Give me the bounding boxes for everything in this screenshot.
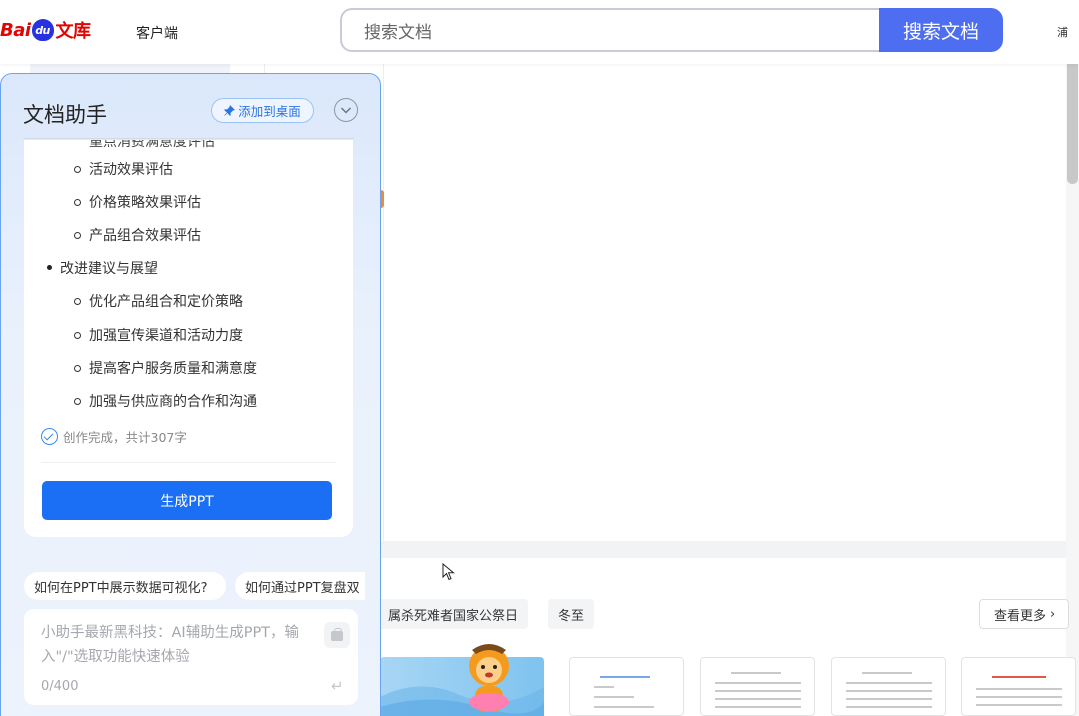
see-more-button[interactable]: 查看更多 › [979,599,1069,629]
outline-item: 优化产品组合和定价策略 [74,291,243,311]
add-to-desktop-label: 添加到桌面 [238,104,301,119]
outline-item: 加强与供应商的合作和沟通 [74,391,257,411]
document-thumbnail[interactable] [569,657,684,716]
clipped-outline-item: 重点消费满意度评估 [89,140,215,150]
vertical-scrollbar-thumb[interactable] [1067,48,1078,184]
pin-icon [224,105,236,116]
outline-item: 提高客户服务质量和满意度 [74,358,257,378]
topic-tag[interactable]: 冬至 [548,599,595,629]
page: Bai du 文库 客户端 搜索文档 搜索文档 浦 属杀死难者国家公祭日 冬至 … [0,0,1079,716]
chevron-down-icon [340,107,352,114]
creation-status-text: 创作完成，共计307字 [63,430,187,445]
add-to-desktop-button[interactable]: 添加到桌面 [211,98,314,123]
input-placeholder: 小助手最新黑科技：AI辅助生成PPT，输入"/"选取功能快速体验 [41,625,300,665]
suggestion-chip[interactable]: 如何在PPT中展示数据可视化? [24,572,226,600]
client-download-link[interactable]: 客户端 [136,23,178,43]
document-thumbnail[interactable] [831,657,946,716]
creation-status: 创作完成，共计307字 [41,427,187,446]
suggestion-chip[interactable]: 如何通过PPT复盘双 [235,572,365,600]
check-circle-icon [41,428,58,445]
see-more-label: 查看更多 [994,608,1047,624]
generate-ppt-button[interactable]: 生成PPT [42,481,332,520]
card-separator [41,462,336,463]
horizontal-scrollbar[interactable] [380,541,1066,558]
mascot-lion-icon [469,644,509,712]
enter-send-icon[interactable]: ↵ [331,677,344,695]
outline-item: 加强宣传渠道和活动力度 [74,325,243,345]
document-thumbnail[interactable] [961,657,1076,716]
search-input[interactable]: 搜索文档 [340,8,882,52]
background-divider [383,64,384,544]
document-assistant-panel: 文档助手 添加到桌面 重点消费满意度评估 活动效果评估 价格策略效果评估 产品组… [0,73,381,716]
topic-tag[interactable]: 属杀死难者国家公祭日 [378,599,529,629]
panel-title: 文档助手 [23,103,107,127]
character-count: 0/400 [41,679,79,694]
outline-item: 价格策略效果评估 [74,192,201,212]
logo-bai: Bai [0,19,31,41]
generated-outline-card: 重点消费满意度评估 活动效果评估 价格策略效果评估 产品组合效果评估 改进建议与… [24,140,353,537]
collapse-button[interactable] [334,98,358,122]
outline-item: 改进建议与展望 [47,258,158,278]
mouse-cursor-icon [442,563,455,581]
outline-item: 产品组合效果评估 [74,225,201,245]
top-header: Bai du 文库 客户端 搜索文档 搜索文档 浦 [0,0,1079,64]
search-button[interactable]: 搜索文档 [879,8,1003,52]
document-thumbnail[interactable] [700,657,815,716]
title-separator [23,138,354,139]
header-edge-text: 浦 [1057,26,1068,39]
assistant-input[interactable]: 小助手最新黑科技：AI辅助生成PPT，输入"/"选取功能快速体验 0/400 ↵ [24,609,358,705]
chevron-right-icon: › [1050,606,1056,622]
baidu-wenku-logo[interactable]: Bai du 文库 [0,12,91,48]
logo-wenku: 文库 [55,21,92,42]
logo-paw-icon: du [31,19,54,41]
outline-item: 活动效果评估 [74,159,173,179]
toolbox-icon[interactable] [324,622,350,648]
